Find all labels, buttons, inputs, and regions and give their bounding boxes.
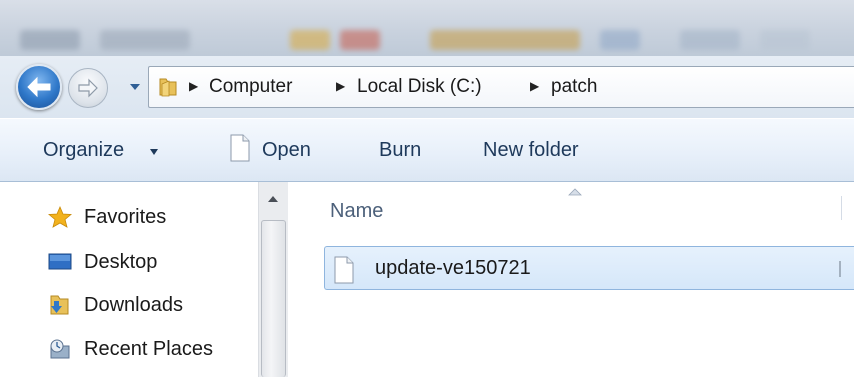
sort-ascending-icon	[568, 188, 582, 196]
forward-button[interactable]	[68, 68, 108, 108]
blurred-shape	[430, 30, 580, 50]
blurred-shape	[340, 30, 380, 50]
file-row[interactable]: update-ve150721	[324, 246, 854, 290]
back-button[interactable]	[16, 64, 62, 110]
background-window-strip	[0, 0, 854, 62]
address-bar-row: ▶ Computer ▶ Local Disk (C:) ▶ patch	[0, 56, 854, 118]
blurred-shape	[290, 30, 330, 50]
nav-item-label: Downloads	[84, 294, 183, 316]
breadcrumb-item-computer[interactable]: Computer	[209, 76, 292, 98]
command-bar: Organize Open Burn New folder	[0, 118, 854, 182]
nav-item-label: Favorites	[84, 206, 167, 228]
nav-item-desktop[interactable]: Desktop	[44, 247, 254, 277]
nav-item-label: Desktop	[84, 251, 158, 273]
nav-item-downloads[interactable]: Downloads	[44, 290, 254, 320]
column-divider[interactable]	[841, 196, 842, 220]
nav-item-recent-places[interactable]: Recent Places	[44, 334, 254, 364]
back-arrow-icon	[27, 76, 51, 98]
breadcrumb-item-patch[interactable]: patch	[551, 76, 597, 98]
navigation-pane: Favorites Desktop Downloads Recent Place…	[0, 182, 258, 377]
scrollbar-thumb[interactable]	[261, 220, 286, 377]
recent-pages-dropdown-icon[interactable]	[128, 80, 142, 94]
file-list: Name update-ve150721	[288, 182, 854, 377]
row-column-edge	[839, 261, 841, 277]
column-header-name[interactable]: Name	[330, 200, 383, 223]
open-document-icon[interactable]	[229, 134, 251, 162]
new-folder-button[interactable]: New folder	[483, 139, 579, 162]
recent-places-icon	[50, 339, 70, 359]
nav-item-label: Recent Places	[84, 338, 213, 360]
breadcrumb-separator-icon[interactable]: ▶	[336, 79, 345, 93]
nav-item-favorites[interactable]: Favorites	[44, 202, 254, 232]
folder-icon	[159, 78, 177, 97]
scroll-up-icon[interactable]	[261, 188, 285, 210]
organize-dropdown-icon[interactable]	[150, 149, 158, 155]
file-name: update-ve150721	[375, 257, 531, 279]
downloads-icon	[50, 295, 69, 315]
desktop-icon	[48, 253, 72, 270]
forward-arrow-icon	[78, 78, 98, 98]
blurred-shape	[760, 30, 810, 50]
star-icon	[48, 206, 72, 228]
blurred-shape	[600, 30, 640, 50]
breadcrumb-item-local-disk[interactable]: Local Disk (C:)	[357, 76, 482, 98]
navigation-scrollbar[interactable]	[258, 182, 288, 377]
blurred-shape	[100, 30, 190, 50]
breadcrumb-separator-icon[interactable]: ▶	[530, 79, 539, 93]
breadcrumb-separator-icon[interactable]: ▶	[189, 79, 198, 93]
burn-button[interactable]: Burn	[379, 139, 421, 162]
open-button[interactable]: Open	[262, 139, 311, 162]
blurred-shape	[680, 30, 740, 50]
address-bar[interactable]: ▶ Computer ▶ Local Disk (C:) ▶ patch	[148, 66, 854, 108]
file-icon	[334, 256, 354, 284]
organize-button[interactable]: Organize	[43, 139, 124, 162]
blurred-shape	[20, 30, 80, 50]
